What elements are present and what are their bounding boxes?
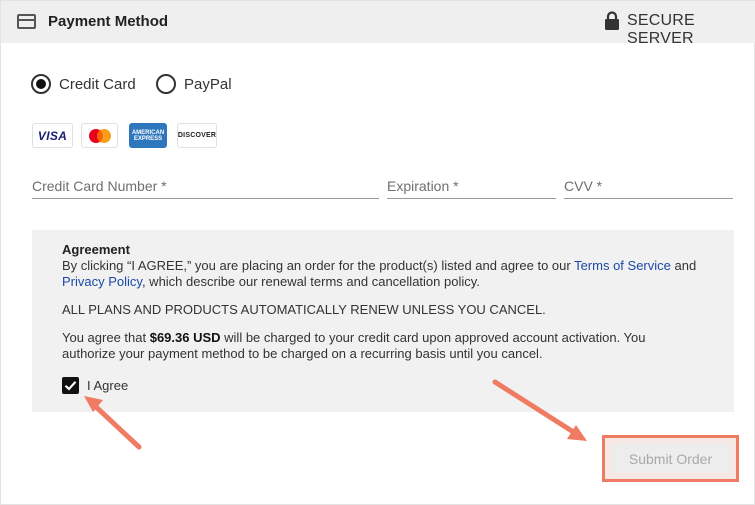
payment-method-panel: Payment Method SECURE SERVER Credit Card…	[0, 0, 755, 505]
arrow-to-submit	[492, 379, 587, 441]
annotation-arrows	[84, 379, 587, 450]
arrow-to-checkbox	[84, 396, 142, 450]
